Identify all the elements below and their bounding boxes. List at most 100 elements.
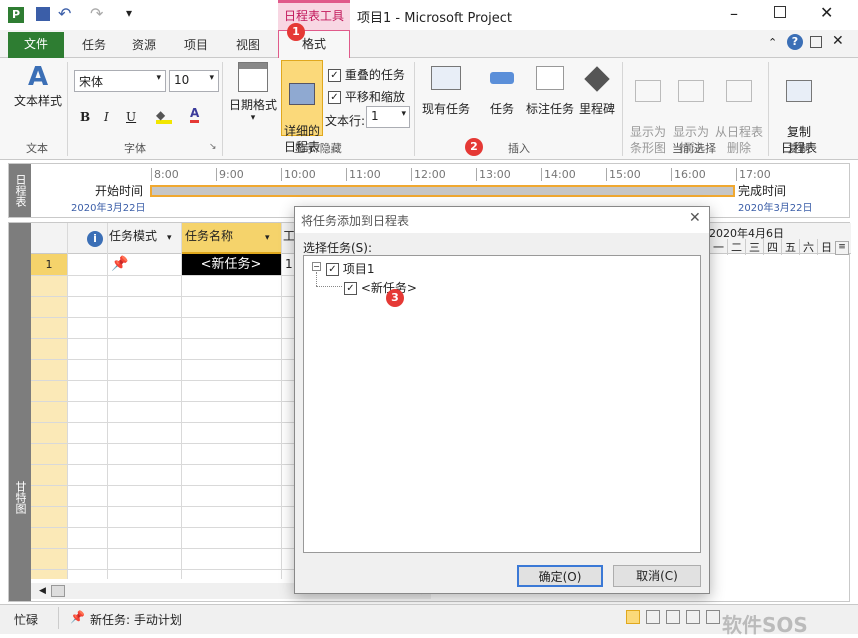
task-usage-icon[interactable]: [646, 610, 660, 624]
grid-row-line: [31, 506, 301, 507]
checkbox-checked-icon: ✓: [326, 263, 339, 276]
text-style-icon: A: [27, 62, 49, 92]
grid-row-line: [31, 569, 301, 570]
detailed-timeline-button[interactable]: 详细的 日程表: [281, 60, 323, 154]
maximize-button[interactable]: [774, 6, 786, 18]
scroll-thumb[interactable]: [51, 585, 65, 597]
group-separator: [222, 62, 223, 156]
timeline-start-date: 2020年3月22日: [71, 203, 146, 214]
save-icon[interactable]: [36, 7, 50, 21]
chevron-down-icon: ▾: [401, 109, 406, 119]
report-icon[interactable]: [706, 610, 720, 624]
chevron-down-icon: ▾: [265, 233, 270, 243]
remove-from-timeline-button[interactable]: 从日程表 删除: [712, 62, 766, 172]
team-planner-icon[interactable]: [666, 610, 680, 624]
text-lines-label: 文本行:: [325, 114, 366, 128]
existing-tasks-icon: [431, 66, 461, 90]
tree-collapse-icon[interactable]: −: [312, 262, 321, 271]
show-as-bar-button[interactable]: 显示为 条形图: [626, 62, 670, 172]
font-color-icon[interactable]: A: [190, 106, 200, 123]
timeline-side-label: 日程表: [9, 164, 31, 217]
timeline-hour-tick: 9:00: [216, 168, 244, 181]
status-task-mode[interactable]: 新任务: 手动计划: [90, 611, 182, 628]
project-app-icon[interactable]: P: [8, 7, 24, 23]
gantt-scroll-icon[interactable]: ≡: [835, 241, 849, 255]
grid-row-line: [31, 401, 301, 402]
bold-button[interactable]: B: [80, 110, 90, 124]
tree-root-item[interactable]: ✓ 项目1: [326, 260, 374, 277]
font-name-value: 宋体: [79, 75, 104, 89]
date-format-button[interactable]: 日期格式 ▾: [226, 62, 280, 123]
tab-file[interactable]: 文件: [8, 32, 64, 58]
group-current-selection-label: 当前选择: [672, 142, 716, 155]
task-name-cell[interactable]: <新任务>: [181, 254, 281, 275]
pan-zoom-checkbox[interactable]: ✓ 平移和缩放: [328, 88, 405, 105]
milestone-button[interactable]: 里程碑: [577, 62, 617, 117]
chevron-down-icon: ▾: [156, 73, 161, 83]
tab-task[interactable]: 任务: [82, 36, 106, 53]
tree-child-item[interactable]: ✓ <新任务>: [344, 279, 417, 296]
tab-resource[interactable]: 资源: [132, 36, 156, 53]
tab-view[interactable]: 视图: [236, 36, 260, 53]
insert-task-button[interactable]: 任务: [486, 62, 518, 117]
text-style-label: 文本样式: [13, 94, 62, 108]
grid-row-line: [31, 485, 301, 486]
group-font-label: 字体: [124, 142, 146, 155]
customize-qat-icon[interactable]: ▾: [126, 6, 132, 20]
undo-icon[interactable]: ↶: [58, 4, 71, 23]
show-as-callout-icon: [678, 80, 704, 102]
callout-badge-2: 2: [465, 138, 483, 156]
gantt-day-cell: 二: [727, 239, 745, 255]
scroll-left-icon[interactable]: ◀: [39, 586, 46, 596]
timeline-hour-tick: 8:00: [151, 168, 179, 181]
minimize-button[interactable]: –: [730, 4, 738, 23]
resource-sheet-icon[interactable]: [686, 610, 700, 624]
info-icon[interactable]: i: [87, 231, 103, 247]
overlap-tasks-checkbox[interactable]: ✓ 重叠的任务: [328, 66, 405, 83]
col-header-task-name-label: 任务名称: [185, 229, 234, 243]
chevron-down-icon[interactable]: ▾: [167, 233, 172, 243]
group-separator: [622, 62, 623, 156]
timeline-view-icon: [289, 83, 315, 105]
chevron-down-icon: ▾: [209, 73, 214, 83]
dialog-close-icon[interactable]: ✕: [689, 210, 701, 226]
redo-icon[interactable]: ↷: [90, 4, 103, 23]
timeline-hour-scale: 8:00 9:00 10:00 11:00 12:00 13:00 14:00 15:00 16…: [151, 168, 771, 182]
work-cell[interactable]: 1: [285, 257, 293, 271]
dialog-launcher-icon[interactable]: ↘: [209, 142, 217, 152]
collapse-ribbon-icon[interactable]: ⌃: [768, 36, 777, 49]
cancel-button[interactable]: 取消(C): [613, 565, 701, 587]
gantt-view-icon[interactable]: [626, 610, 640, 624]
close-doc-icon[interactable]: ✕: [832, 33, 844, 49]
close-button[interactable]: ✕: [820, 3, 833, 22]
timeline-hour-tick: 14:00: [541, 168, 576, 181]
tab-project[interactable]: 项目: [184, 36, 208, 53]
fill-color-icon[interactable]: ◆: [156, 108, 172, 124]
dialog-title: 将任务添加到日程表: [301, 214, 410, 228]
restore-window-icon[interactable]: [810, 36, 822, 48]
timeline-bar[interactable]: [150, 185, 735, 197]
underline-button[interactable]: U: [126, 110, 136, 124]
callout-task-button[interactable]: 标注任务: [524, 62, 576, 117]
status-divider: [58, 607, 59, 629]
existing-tasks-label: 现有任务: [421, 102, 470, 116]
timeline-hour-tick: 12:00: [411, 168, 446, 181]
row-id-1[interactable]: 1: [31, 254, 67, 275]
select-tasks-label: 选择任务(S):: [303, 241, 373, 255]
tree-connector: [316, 286, 342, 287]
text-lines-spinner[interactable]: 1 ▾: [366, 106, 410, 128]
timeline-hour-tick: 13:00: [476, 168, 511, 181]
group-text-label: 文本: [26, 142, 48, 155]
ok-button[interactable]: 确定(O): [517, 565, 603, 587]
help-icon[interactable]: ?: [787, 34, 803, 50]
ribbon-format: A 文本样式 文本 宋体 ▾ 10 ▾ B I U ◆ A 字体 ↘ 日期格式 ▾ …: [0, 58, 858, 160]
font-size-combo[interactable]: 10 ▾: [169, 70, 219, 92]
grid-row-line: [31, 548, 301, 549]
existing-tasks-button[interactable]: 现有任务: [420, 62, 472, 117]
col-header-task-mode[interactable]: 任务模式: [109, 227, 157, 244]
timeline-finish-label: 完成时间: [738, 184, 787, 198]
task-tree[interactable]: − ✓ 项目1 ✓ <新任务>: [303, 255, 701, 553]
italic-button[interactable]: I: [104, 110, 109, 124]
font-name-combo[interactable]: 宋体 ▾: [74, 70, 166, 92]
text-style-button[interactable]: A 文本样式: [10, 62, 66, 109]
